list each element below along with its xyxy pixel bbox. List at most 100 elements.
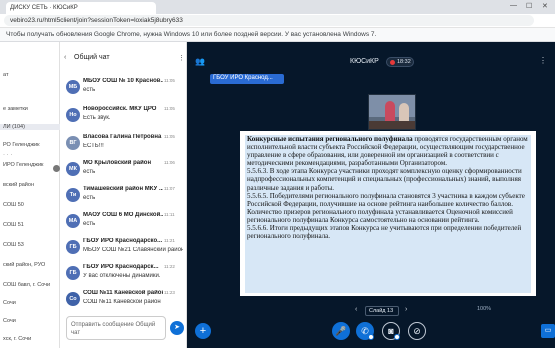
chat-message: Но Новороссийск. МКУ ЦРО 11:05 Есть звук…	[60, 106, 187, 134]
slide-selector[interactable]: Слайд 13	[365, 306, 399, 316]
chat-title: Общий чат	[74, 54, 110, 61]
chat-message: ВГ Власова Галина Петровна 11:05 ЕСТЬ!!!	[60, 134, 187, 162]
presenter-label[interactable]: ГБОУ ИРО Краснод...	[210, 74, 284, 84]
more-dots[interactable]: · · ·	[0, 152, 60, 158]
meeting-area: 👥 ГБОУ ИРО Краснод... КЮСиКР 18:32 ⋮ Кон…	[187, 42, 555, 348]
screenshare-button[interactable]: ⊘	[408, 322, 426, 340]
user-item[interactable]: СОШ 51	[0, 222, 60, 228]
recording-indicator[interactable]: 18:32	[386, 57, 414, 67]
maximize-icon[interactable]: ☐	[526, 2, 532, 10]
more-icon[interactable]: ⋮	[178, 54, 185, 62]
chat-message: МБ МБОУ СОШ № 10 Краснов... 11:05 есть	[60, 78, 187, 106]
message-text: ЕСТЬ!!!	[83, 143, 104, 149]
message-text: Есть звук.	[83, 115, 111, 121]
chat-message: ГБ ГБОУ ИРО Краснодарско... 11:21 МБОУ С…	[60, 238, 187, 266]
message-sender: Тимашевский район МКУ ...	[83, 186, 163, 192]
message-sender: МО Крыловский район	[83, 160, 152, 166]
user-item[interactable]: ский район, РУО	[0, 262, 60, 268]
message-sender: Власова Галина Петровна	[83, 134, 162, 140]
message-sender: ГБОУ ИРО Краснодарско...	[83, 238, 163, 244]
avatar: ВГ	[66, 136, 80, 150]
chat-message: Со СОШ №11 Каневской район 11:23 СОШ №11…	[60, 290, 187, 318]
minimize-icon[interactable]: —	[510, 2, 517, 9]
user-item[interactable]: Сочи	[0, 318, 60, 324]
user-item[interactable]: хск, г. Сочи	[0, 336, 60, 342]
user-item[interactable]: СОШ 50	[0, 202, 60, 208]
browser-tab[interactable]: ДИСКУ СЕТЬ · КЮСиКР	[6, 2, 156, 14]
slide-paragraph: Количество призеров регионального полуфи…	[247, 207, 513, 224]
webcam-desk	[369, 121, 415, 129]
user-item[interactable]: ИРО Геленджик	[0, 162, 60, 168]
close-icon[interactable]: ✕	[542, 2, 548, 10]
message-sender: ГБОУ ИРО Краснодарск...	[83, 264, 159, 270]
mic-button[interactable]: 🎤	[332, 322, 350, 340]
avatar: ГБ	[66, 240, 80, 254]
prev-slide-icon[interactable]: ‹	[355, 306, 357, 313]
recording-time: 18:32	[397, 59, 411, 65]
message-time: 11:23	[164, 290, 175, 295]
users-icon[interactable]: 👥	[195, 57, 205, 66]
chat-message: МА МАОУ СОШ 6 МО Динской... 11:11 есть	[60, 212, 187, 240]
message-time: 11:22	[164, 264, 175, 269]
chat-message: Ти Тимашевский район МКУ ... 11:07 есть	[60, 186, 187, 214]
address-bar: vebiro23.ru/html5client/join?sessionToke…	[0, 14, 555, 28]
next-slide-icon[interactable]: ›	[405, 306, 407, 313]
message-text: МБОУ СОШ №21 Славянский район	[83, 247, 183, 253]
chat-message: МК МО Крыловский район 11:06 есть	[60, 160, 187, 188]
slide-bold-text: Конкурсные испытания регионального полуф…	[247, 135, 413, 143]
chat-message-input[interactable]: Отправить сообщение Общий чат	[66, 316, 166, 340]
message-sender: МАОУ СОШ 6 МО Динской...	[83, 212, 163, 218]
zoom-level[interactable]: 100%	[477, 306, 491, 312]
participants-panel: ат е заметки ЛИ (104) · · · РО Геленджик…	[0, 42, 60, 348]
user-item[interactable]: Сочи	[0, 300, 60, 306]
user-item[interactable]: СОШ бавл, г. Сочи	[0, 282, 60, 288]
message-sender: МБОУ СОШ № 10 Краснов...	[83, 78, 163, 84]
send-button[interactable]: ➤	[170, 321, 184, 335]
user-item[interactable]: СОШ 53	[0, 242, 60, 248]
users-header[interactable]: ЛИ (104)	[0, 124, 60, 130]
url-field[interactable]: vebiro23.ru/html5client/join?sessionToke…	[4, 15, 534, 26]
user-item[interactable]: РО Геленджик	[0, 142, 60, 148]
avatar: Со	[66, 292, 80, 306]
audio-options-icon[interactable]	[368, 334, 374, 340]
public-chat-item[interactable]: ат	[0, 72, 60, 78]
message-time: 11:05	[164, 134, 175, 139]
message-time: 11:06	[164, 160, 175, 165]
action-bar: + 🎤 ✆ ◙ ⊘ ▭	[187, 320, 555, 348]
message-time: 11:11	[164, 212, 175, 217]
webcam-video[interactable]	[368, 94, 416, 130]
slide-paragraph: 5.5.6.3. В ходе этапа Конкурса участники…	[247, 167, 522, 192]
webcam-person	[399, 103, 409, 123]
present-button[interactable]: ▭	[541, 324, 555, 338]
options-icon[interactable]: ⋮	[539, 56, 547, 65]
slide-text: Конкурсные испытания регионального полуф…	[245, 135, 531, 293]
avatar: МБ	[66, 80, 80, 94]
chat-panel: ‹ Общий чат ⋮ МБ МБОУ СОШ № 10 Краснов..…	[60, 42, 187, 348]
user-item[interactable]: вский район	[0, 182, 60, 188]
slide-paragraph: 5.5.6.5. Победителями регионального полу…	[247, 191, 525, 208]
record-icon	[390, 60, 395, 65]
message-time: 11:21	[164, 238, 175, 243]
webcam-person	[385, 101, 395, 123]
camera-options-icon[interactable]	[394, 334, 400, 340]
actions-plus-button[interactable]: +	[195, 323, 211, 339]
presentation-slide: Конкурсные испытания регионального полуф…	[240, 131, 536, 296]
message-sender: Новороссийск. МКУ ЦРО	[83, 106, 157, 112]
avatar: МК	[66, 162, 80, 176]
browser-tab-bar: ДИСКУ СЕТЬ · КЮСиКР — ☐ ✕	[0, 0, 555, 14]
slide-paragraph: 5.5.6.6. Итоги предыдущих этапов Конкурс…	[247, 224, 522, 241]
avatar: ГБ	[66, 266, 80, 280]
avatar: МА	[66, 214, 80, 228]
message-text: есть	[83, 87, 96, 93]
message-time: 11:05	[164, 106, 175, 111]
message-time: 11:07	[164, 186, 175, 191]
shared-notes-item[interactable]: е заметки	[0, 106, 60, 112]
message-time: 11:05	[164, 78, 175, 83]
avatar: Ти	[66, 188, 80, 202]
chat-message: ГБ ГБОУ ИРО Краснодарск... 11:22 У вас о…	[60, 264, 187, 292]
message-sender: СОШ №11 Каневской район	[83, 290, 163, 296]
message-text: есть	[83, 195, 96, 201]
meeting-title: КЮСиКР	[350, 58, 379, 65]
update-infobar: Чтобы получать обновления Google Chrome,…	[0, 28, 555, 42]
message-text: У вас отключены динамики.	[83, 273, 161, 279]
